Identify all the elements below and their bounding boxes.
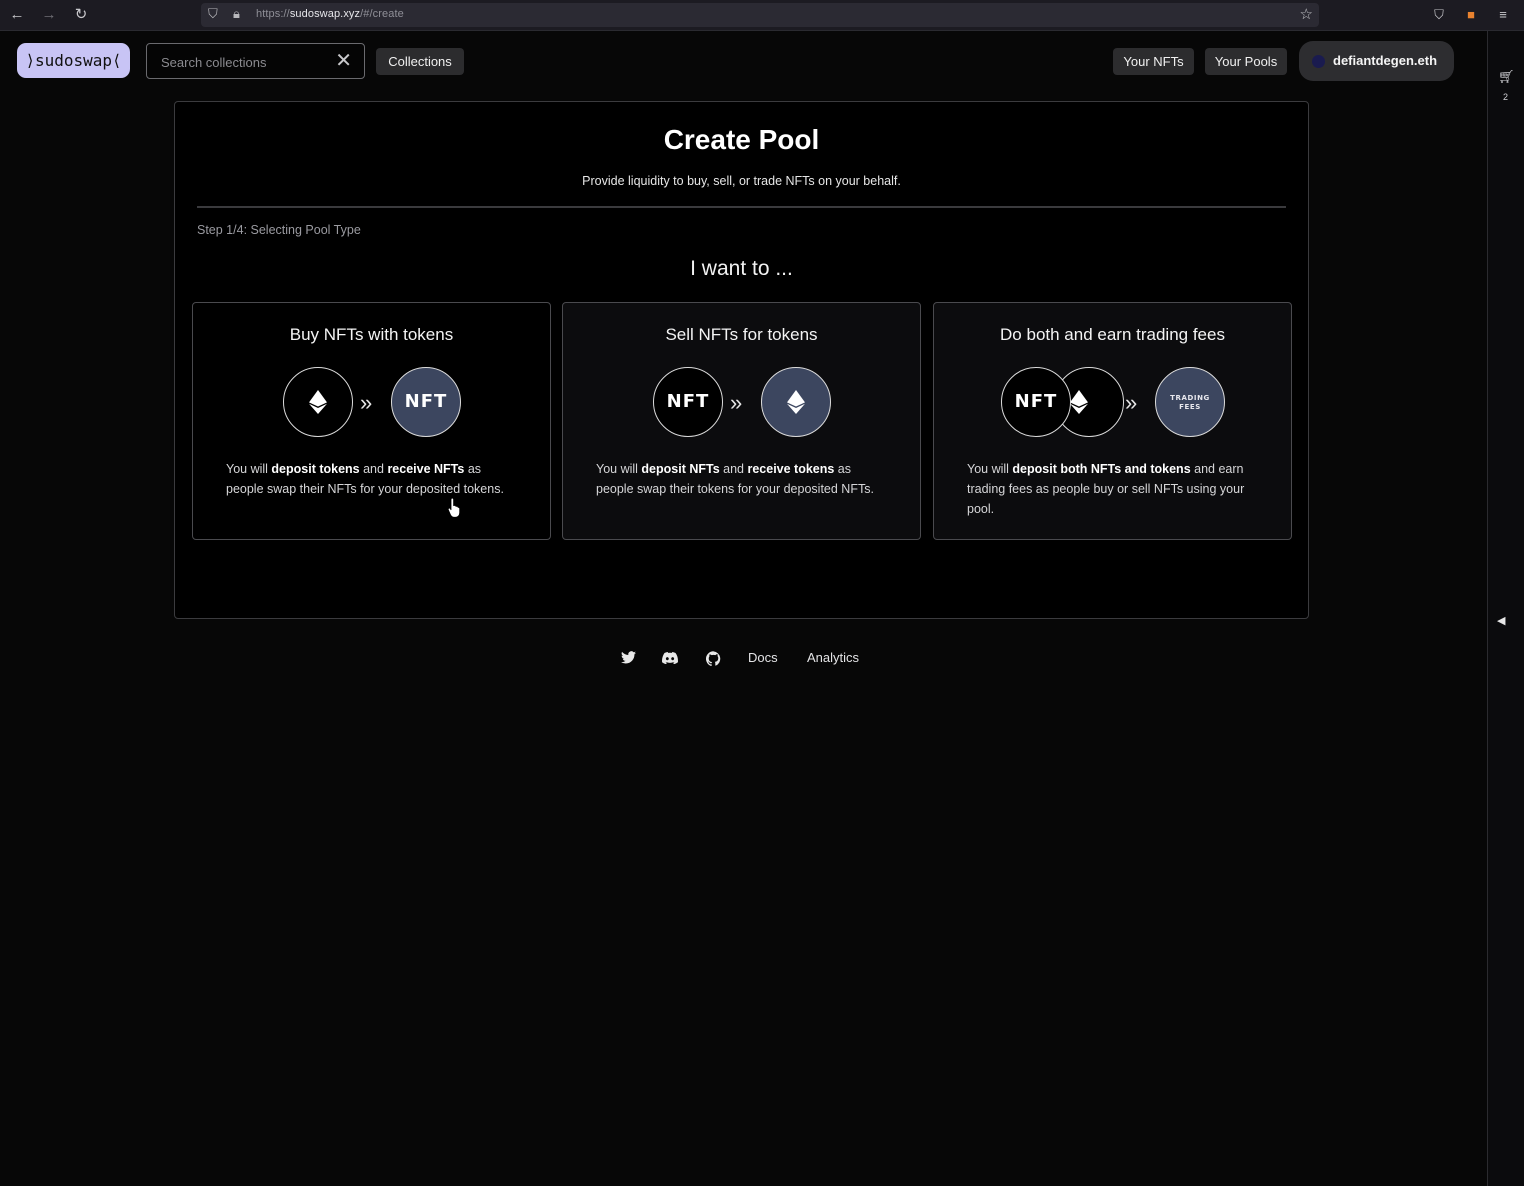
- hand-cursor-icon: [448, 498, 460, 518]
- wallet-name: defiantdegen.eth: [1333, 53, 1438, 68]
- discord-icon[interactable]: [662, 651, 678, 667]
- emphasis-text: deposit tokens: [271, 462, 360, 476]
- double-chevron-icon: »: [360, 390, 373, 415]
- buy-pool-card[interactable]: Buy NFTs with tokens » NFT You will depo…: [192, 302, 551, 540]
- close-icon[interactable]: ✕: [335, 50, 352, 72]
- search-box: ✕: [146, 43, 365, 79]
- browser-toolbar: ← → ↻ ⛉ 🔒︎ https://sudoswap.xyz/#/create…: [0, 0, 1524, 31]
- cart-icon[interactable]: 🛒︎: [1498, 69, 1515, 85]
- prompt-heading: I want to ...: [690, 257, 793, 280]
- page-subtitle: Provide liquidity to buy, sell, or trade…: [582, 174, 901, 188]
- divider: [197, 206, 1286, 208]
- bookmark-star-icon[interactable]: ☆: [1300, 5, 1313, 23]
- back-icon[interactable]: ←: [7, 6, 27, 24]
- card-description: You will deposit NFTs and receive tokens…: [596, 459, 886, 499]
- card-description: You will deposit tokens and receive NFTs…: [226, 459, 516, 499]
- step-indicator: Step 1/4: Selecting Pool Type: [197, 223, 361, 237]
- trade-pool-card[interactable]: Do both and earn trading fees NFT » TRAD…: [933, 302, 1292, 540]
- reload-icon[interactable]: ↻: [71, 6, 91, 24]
- emphasis-text: receive tokens: [747, 462, 835, 476]
- wallet-button[interactable]: defiantdegen.eth: [1299, 41, 1454, 81]
- eth-icon: [283, 367, 353, 437]
- avatar: [1312, 55, 1325, 68]
- pocket-icon[interactable]: ⛉: [1430, 6, 1448, 24]
- your-nfts-button[interactable]: Your NFTs: [1113, 48, 1194, 75]
- shield-icon: ⛉: [208, 6, 218, 21]
- card-title: Do both and earn trading fees: [1000, 325, 1225, 344]
- double-chevron-icon: »: [730, 390, 743, 415]
- sell-pool-card[interactable]: Sell NFTs for tokens NFT » You will depo…: [562, 302, 921, 540]
- emphasis-text: deposit NFTs: [641, 462, 720, 476]
- address-bar[interactable]: ⛉ 🔒︎ https://sudoswap.xyz/#/create ☆: [201, 3, 1319, 27]
- sudoswap-logo[interactable]: ⟩sudoswap⟨: [17, 43, 130, 78]
- description-text: You will: [226, 462, 272, 476]
- create-pool-panel: Create Pool Provide liquidity to buy, se…: [174, 101, 1309, 619]
- menu-icon[interactable]: ≡: [1494, 6, 1512, 24]
- description-text: You will: [967, 462, 1013, 476]
- cart-count: 2: [1503, 92, 1509, 102]
- double-chevron-icon: »: [1125, 390, 1138, 415]
- forward-icon[interactable]: →: [39, 6, 59, 24]
- url-text: https://sudoswap.xyz/#/create: [256, 8, 404, 20]
- nft-icon: NFT: [1001, 367, 1071, 437]
- collections-button[interactable]: Collections: [376, 48, 464, 75]
- trading-fees-icon: TRADING FEES: [1155, 367, 1225, 437]
- search-input[interactable]: [161, 53, 331, 71]
- description-text: and: [719, 462, 748, 476]
- analytics-link[interactable]: Analytics: [807, 650, 859, 665]
- collapse-arrow-icon[interactable]: ◀: [1497, 614, 1505, 627]
- card-title: Buy NFTs with tokens: [289, 325, 454, 344]
- nft-icon: NFT: [653, 367, 723, 437]
- github-icon[interactable]: [705, 651, 721, 667]
- docs-link[interactable]: Docs: [748, 650, 778, 665]
- cart-sidebar: 🛒︎ 2 ◀: [1487, 31, 1524, 1186]
- description-text: and: [359, 462, 388, 476]
- emphasis-text: deposit both NFTs and tokens: [1012, 462, 1191, 476]
- lock-icon: 🔒︎: [233, 6, 240, 21]
- card-title: Sell NFTs for tokens: [665, 325, 818, 344]
- extension-icon[interactable]: ■: [1462, 6, 1480, 24]
- emphasis-text: receive NFTs: [387, 462, 465, 476]
- page-title: Create Pool: [663, 124, 820, 155]
- your-pools-button[interactable]: Your Pools: [1205, 48, 1287, 75]
- nft-icon: NFT: [391, 367, 461, 437]
- eth-icon: [761, 367, 831, 437]
- description-text: You will: [596, 462, 642, 476]
- card-description: You will deposit both NFTs and tokens an…: [967, 459, 1257, 519]
- twitter-icon[interactable]: [620, 651, 636, 667]
